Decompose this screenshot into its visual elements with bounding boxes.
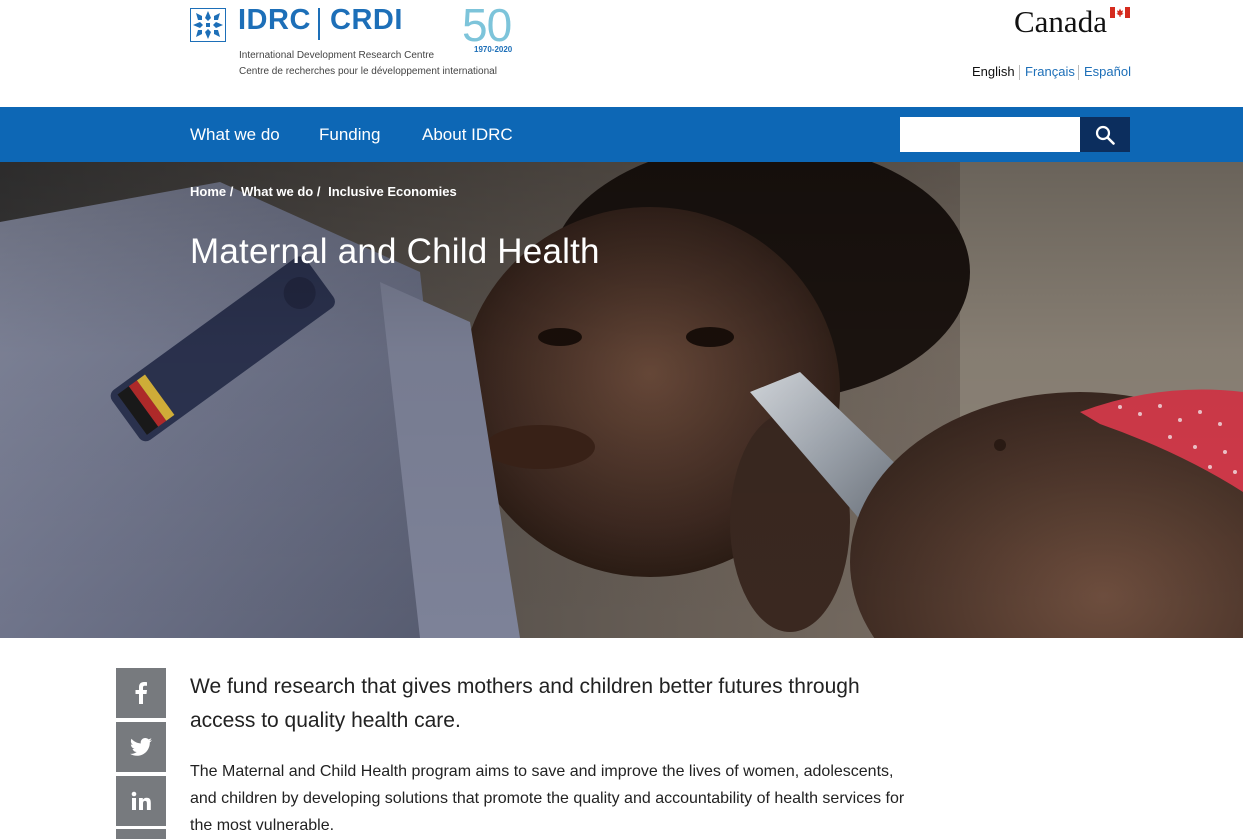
canada-flag-icon [1110, 7, 1130, 18]
canada-wordmark[interactable]: Canada [1014, 4, 1107, 40]
main-nav: What we do Funding About IDRC [0, 107, 1243, 162]
org-name-english: International Development Research Centr… [239, 50, 435, 61]
anniversary-years: 1970-2020 [474, 45, 513, 54]
breadcrumb-separator: / [229, 184, 234, 199]
nav-item-funding[interactable]: Funding [319, 125, 380, 145]
hero-banner: Home / What we do / Inclusive Economies … [0, 162, 1243, 638]
search-input[interactable] [900, 117, 1080, 152]
share-facebook-button[interactable] [116, 668, 166, 718]
language-english[interactable]: English [972, 64, 1015, 79]
body-paragraph: The Maternal and Child Health program ai… [190, 763, 905, 834]
search-icon [1095, 125, 1115, 145]
share-linkedin-button[interactable] [116, 776, 166, 826]
breadcrumb-separator: / [316, 184, 321, 199]
breadcrumb-home[interactable]: Home [190, 184, 226, 199]
language-divider [1078, 65, 1079, 80]
language-espanol[interactable]: Español [1084, 64, 1131, 79]
logo-crdi-text[interactable]: CRDI [330, 4, 403, 37]
logo-divider [318, 8, 320, 40]
org-name-french: Centre de recherches pour le développeme… [239, 66, 497, 77]
idrc-snowflake-icon[interactable] [190, 8, 226, 42]
lead-paragraph: We fund research that gives mothers and … [190, 675, 860, 732]
language-francais[interactable]: Français [1025, 64, 1075, 79]
breadcrumb: Home / What we do / Inclusive Economies [190, 184, 457, 199]
facebook-icon [135, 682, 147, 704]
linkedin-icon [131, 791, 151, 810]
breadcrumb-inclusive-economies[interactable]: Inclusive Economies [328, 184, 457, 199]
logo-idrc-text[interactable]: IDRC [238, 4, 311, 37]
nav-item-about-idrc[interactable]: About IDRC [422, 125, 513, 145]
page-title: Maternal and Child Health [190, 232, 600, 271]
site-header: IDRC CRDI International Development Rese… [0, 0, 1243, 107]
hero-overlay [0, 162, 1243, 638]
search-button[interactable] [1080, 117, 1130, 152]
twitter-icon [130, 738, 152, 756]
share-twitter-button[interactable] [116, 722, 166, 772]
nav-item-what-we-do[interactable]: What we do [190, 125, 280, 145]
language-divider [1019, 65, 1020, 80]
breadcrumb-what-we-do[interactable]: What we do [241, 184, 313, 199]
